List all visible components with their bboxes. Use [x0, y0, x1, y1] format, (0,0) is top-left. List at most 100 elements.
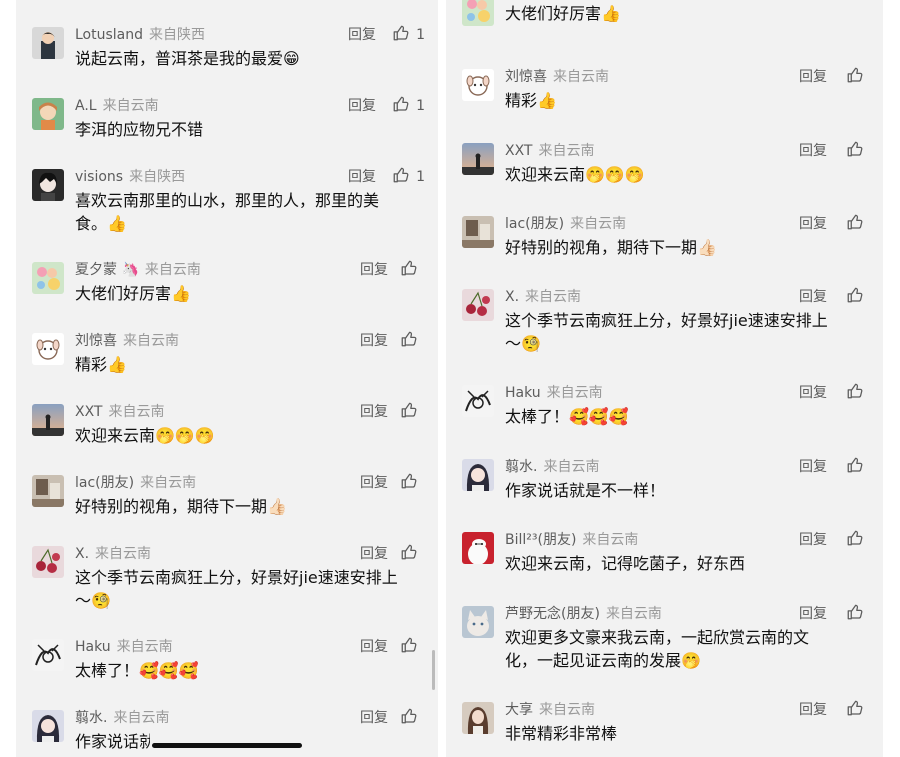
commenter-name[interactable]: X. — [505, 289, 519, 305]
location-label: 来自云南 — [116, 639, 173, 655]
commenter-name[interactable]: 夏夕蒙 — [75, 262, 117, 278]
thumbs-up-icon[interactable] — [400, 542, 418, 562]
commenter-name[interactable]: Haku — [75, 639, 111, 655]
commenter-name[interactable]: Lotusland — [75, 27, 143, 43]
avatar-sketch-icon[interactable] — [32, 639, 64, 671]
comment-text-continued: ～🧐 — [75, 591, 111, 610]
reply-button[interactable]: 回复 — [360, 708, 388, 728]
reply-button[interactable]: 回复 — [360, 637, 388, 657]
comment-text: 太棒了！🥰🥰🥰 — [505, 407, 629, 426]
commenter-name[interactable]: visions — [75, 169, 123, 185]
comment-text: 好特别的视角，期待下一期👍🏻 — [75, 497, 287, 516]
reply-button[interactable]: 回复 — [799, 530, 827, 550]
commenter-name[interactable]: A.L — [75, 98, 97, 114]
reply-button[interactable]: 回复 — [360, 473, 388, 493]
reply-button[interactable]: 回复 — [348, 25, 376, 45]
avatar-cherries-icon[interactable] — [32, 546, 64, 578]
reply-button[interactable]: 回复 — [348, 167, 376, 187]
reply-button[interactable]: 回复 — [360, 544, 388, 564]
thumbs-up-icon[interactable] — [846, 212, 864, 232]
avatar-dog-icon[interactable] — [32, 333, 64, 365]
comment-text: 欢迎来云南🤭🤭🤭 — [75, 426, 215, 445]
thumbs-up-icon[interactable] — [392, 23, 410, 43]
commenter-name[interactable]: XXT — [75, 404, 103, 420]
location-label: 来自云南 — [95, 546, 152, 562]
commenter-name[interactable]: 大享 — [505, 702, 533, 718]
comment-text: 大佬们好厉害👍 — [505, 4, 621, 23]
thumbs-up-icon[interactable] — [846, 285, 864, 305]
comment-text: 精彩👍 — [75, 355, 127, 374]
commenter-name[interactable]: 刘惊喜 — [505, 69, 547, 85]
avatar-cat-icon[interactable] — [462, 606, 494, 638]
thumbs-up-icon[interactable] — [400, 329, 418, 349]
thumbs-up-icon[interactable] — [846, 455, 864, 475]
avatar-sketch-icon[interactable] — [462, 385, 494, 417]
reply-button[interactable]: 回复 — [348, 96, 376, 116]
reply-button[interactable]: 回复 — [799, 457, 827, 477]
commenter-name[interactable]: lac(朋友) — [505, 216, 564, 232]
commenter-name[interactable]: 芦野无念(朋友) — [505, 606, 600, 622]
home-indicator[interactable] — [152, 743, 302, 748]
location-label: 来自云南 — [570, 216, 627, 232]
reply-button[interactable]: 回复 — [799, 67, 827, 87]
thumbs-up-icon[interactable] — [846, 698, 864, 718]
avatar-baymax-icon[interactable] — [462, 532, 494, 564]
thumbs-up-icon[interactable] — [846, 65, 864, 85]
thumbs-up-icon[interactable] — [846, 528, 864, 548]
reply-button[interactable]: 回复 — [360, 331, 388, 351]
thumbs-up-icon[interactable] — [400, 706, 418, 726]
like-count: 1 — [416, 27, 425, 43]
reply-button[interactable]: 回复 — [799, 604, 827, 624]
comment-text: 非常精彩非常棒 — [505, 724, 618, 743]
avatar-dog-icon[interactable] — [462, 69, 494, 101]
avatar-anime-girl-icon[interactable] — [462, 459, 494, 491]
thumbs-up-icon[interactable] — [392, 94, 410, 114]
left-comment-panel: Lotusland 来自陕西 回复 1 说起云南，普洱茶是我的最爱😁 A.L 来自云… — [16, 0, 438, 757]
comment-text: 欢迎来云南🤭🤭🤭 — [505, 165, 645, 184]
avatar-anime-boy-icon[interactable] — [32, 169, 64, 201]
like-count: 1 — [416, 98, 425, 114]
avatar-room-icon[interactable] — [462, 216, 494, 248]
location-label: 来自云南 — [113, 710, 170, 726]
reply-button[interactable]: 回复 — [799, 141, 827, 161]
reply-button[interactable]: 回复 — [799, 214, 827, 234]
thumbs-up-icon[interactable] — [400, 258, 418, 278]
commenter-name[interactable]: Bill²³(朋友) — [505, 532, 576, 548]
thumbs-up-icon[interactable] — [846, 139, 864, 159]
avatar-flowers-icon[interactable] — [32, 262, 64, 294]
reply-button[interactable]: 回复 — [360, 260, 388, 280]
reply-button[interactable]: 回复 — [799, 383, 827, 403]
commenter-name[interactable]: 刘惊喜 — [75, 333, 117, 349]
commenter-name[interactable]: X. — [75, 546, 89, 562]
avatar-man-icon[interactable] — [32, 27, 64, 59]
scrollbar[interactable] — [432, 650, 435, 690]
avatar-cartoon-girl-icon[interactable] — [32, 98, 64, 130]
avatar-cherries-icon[interactable] — [462, 289, 494, 321]
avatar-sunset-icon[interactable] — [32, 404, 64, 436]
thumbs-up-icon[interactable] — [846, 602, 864, 622]
avatar-woman-icon[interactable] — [462, 702, 494, 734]
thumbs-up-icon[interactable] — [400, 635, 418, 655]
avatar-room-icon[interactable] — [32, 475, 64, 507]
commenter-name[interactable]: 翦水. — [505, 459, 537, 475]
commenter-name[interactable]: 翦水. — [75, 710, 107, 726]
comment-text: 这个季节云南疯狂上分，好景好jie速速安排上 — [505, 311, 828, 330]
location-label: 来自云南 — [605, 606, 662, 622]
comment-text: 李洱的应物兄不错 — [75, 120, 204, 139]
avatar-anime-girl-icon[interactable] — [32, 710, 64, 742]
thumbs-up-icon[interactable] — [846, 381, 864, 401]
thumbs-up-icon[interactable] — [400, 400, 418, 420]
thumbs-up-icon[interactable] — [400, 471, 418, 491]
reply-button[interactable]: 回复 — [799, 287, 827, 307]
commenter-name[interactable]: XXT — [505, 143, 533, 159]
location-label: 来自云南 — [525, 289, 582, 305]
commenter-name[interactable]: lac(朋友) — [75, 475, 134, 491]
commenter-name[interactable]: Haku — [505, 385, 541, 401]
thumbs-up-icon[interactable] — [392, 165, 410, 185]
reply-button[interactable]: 回复 — [799, 700, 827, 720]
comment-text: 大佬们好厉害👍 — [75, 284, 191, 303]
location-label: 来自陕西 — [129, 169, 186, 185]
reply-button[interactable]: 回复 — [360, 402, 388, 422]
avatar-sunset-icon[interactable] — [462, 143, 494, 175]
avatar-flowers-icon[interactable] — [462, 0, 494, 26]
